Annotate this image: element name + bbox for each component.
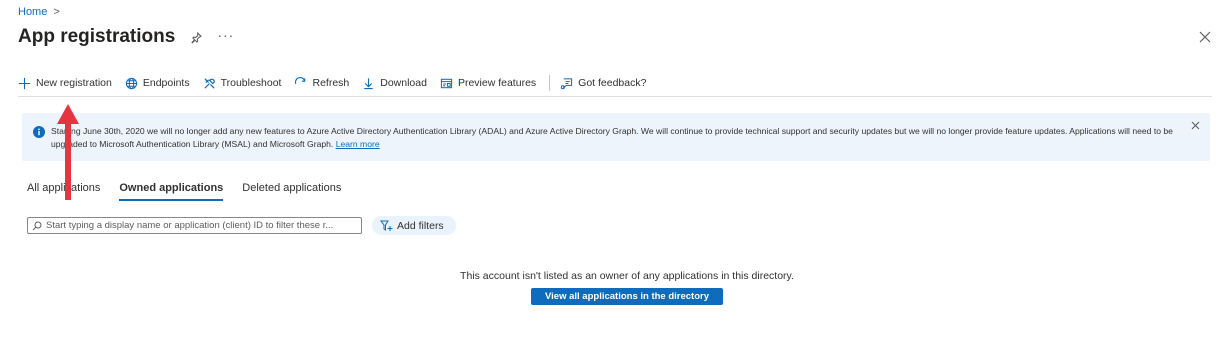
filter-add-icon [380,220,393,231]
download-label: Download [380,77,427,89]
view-all-applications-button[interactable]: View all applications in the directory [531,288,723,305]
info-icon [33,126,45,138]
feedback-button[interactable]: Got feedback? [560,77,646,90]
tab-deleted-applications[interactable]: Deleted applications [242,182,341,201]
troubleshoot-button[interactable]: Troubleshoot [203,77,282,90]
command-bar: New registration Endpoints Troubleshoot … [18,72,1212,97]
close-icon[interactable] [1198,30,1212,44]
refresh-button[interactable]: Refresh [294,76,350,90]
troubleshoot-label: Troubleshoot [220,77,282,89]
search-icon [32,221,42,230]
preview-features-label: Preview features [457,77,537,89]
download-button[interactable]: Download [362,77,427,90]
endpoints-label: Endpoints [142,77,190,89]
breadcrumb-home-link[interactable]: Home [18,6,47,18]
download-icon [364,77,373,89]
new-registration-button[interactable]: New registration [18,77,112,90]
banner-text: Starting June 30th, 2020 we will no long… [51,126,1173,149]
toolbar-divider [549,75,551,91]
refresh-icon [295,76,306,84]
pin-icon[interactable] [189,30,203,44]
endpoints-button[interactable]: Endpoints [125,77,190,90]
feedback-label: Got feedback? [578,77,647,89]
globe-icon [125,77,137,89]
new-registration-label: New registration [36,77,112,89]
info-banner: Starting June 30th, 2020 we will no long… [22,113,1210,161]
tools-icon [204,77,215,89]
filter-search-box [27,217,362,234]
banner-message: Starting June 30th, 2020 we will no long… [51,125,1181,151]
tab-owned-applications[interactable]: Owned applications [119,182,224,201]
feedback-icon [560,77,573,89]
refresh-label: Refresh [312,77,350,89]
more-options-icon[interactable]: ··· [217,27,234,43]
preview-features-button[interactable]: Preview features [440,77,536,90]
title-row: App registrations ··· [18,26,234,48]
breadcrumb: Home > [18,6,60,18]
search-input[interactable] [46,220,361,231]
page-title: App registrations [18,26,176,47]
learn-more-link[interactable]: Learn more [336,139,380,149]
breadcrumb-separator: > [53,6,60,18]
add-filters-button[interactable]: Add filters [372,216,456,235]
preview-features-icon [440,78,453,88]
plus-icon [18,77,31,89]
add-filters-label: Add filters [397,219,444,232]
annotation-arrow-icon [57,104,79,200]
empty-state-message: This account isn't listed as an owner of… [460,270,794,282]
banner-close-icon[interactable] [1191,121,1200,130]
